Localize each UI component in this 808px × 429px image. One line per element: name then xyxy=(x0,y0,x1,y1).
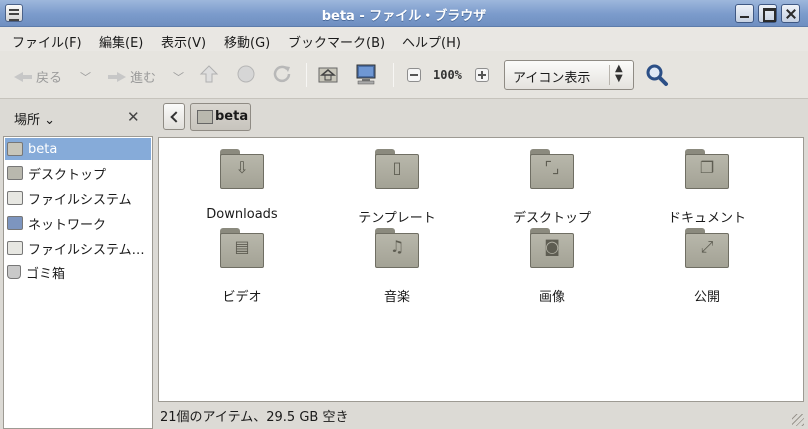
sidebar-item-filesystem-2[interactable]: ファイルシステム… xyxy=(5,237,151,259)
forward-label: 進む xyxy=(130,71,157,86)
folder-item[interactable]: ▤ ビデオ xyxy=(167,228,317,305)
select-updown-icon: ▲ ▼ xyxy=(615,63,623,84)
view-mode-select[interactable]: アイコン表示 ▲ ▼ xyxy=(504,60,634,90)
stop-icon[interactable] xyxy=(236,64,256,84)
folder-item[interactable]: ⌜⌟ デスクトップ xyxy=(477,149,627,226)
sidebar: beta デスクトップ ファイルシステム ネットワーク ファイルシステム… ゴミ… xyxy=(3,136,153,429)
sidebar-header: 場所 ⌄ ✕ xyxy=(0,100,156,134)
camera-icon: ◙ xyxy=(530,228,574,268)
search-icon[interactable] xyxy=(645,63,669,87)
network-icon xyxy=(7,216,23,230)
pathbar-current-button[interactable]: beta xyxy=(190,103,251,131)
menu-file[interactable]: ファイル(F) xyxy=(12,32,82,51)
menu-go[interactable]: 移動(G) xyxy=(224,32,270,51)
back-label: 戻る xyxy=(36,71,63,86)
desktop-icon: ⌜⌟ xyxy=(530,149,574,189)
status-text: 21個のアイテム、29.5 GB 空き xyxy=(160,410,349,425)
toolbar-separator xyxy=(393,63,394,87)
documents-icon: ❐ xyxy=(685,149,729,189)
share-icon: ⤢ xyxy=(685,228,729,268)
minimize-button[interactable] xyxy=(735,4,754,23)
template-icon: ▯ xyxy=(375,149,419,189)
sidebar-item-network[interactable]: ネットワーク xyxy=(5,212,151,234)
menu-edit[interactable]: 編集(E) xyxy=(99,32,143,51)
computer-icon[interactable] xyxy=(355,63,377,85)
back-button[interactable]: 戻る xyxy=(14,67,62,86)
forward-arrow-icon xyxy=(108,70,126,84)
home-folder-icon xyxy=(7,142,23,156)
maximize-button[interactable] xyxy=(758,4,777,23)
download-icon: ⇩ xyxy=(220,149,264,189)
toolbar-separator xyxy=(306,63,307,87)
folder-item[interactable]: ⇩ Downloads xyxy=(167,149,317,222)
window-title: beta - ファイル・ブラウザ xyxy=(321,9,487,24)
video-icon: ▤ xyxy=(220,228,264,268)
folder-item[interactable]: ◙ 画像 xyxy=(477,228,627,305)
desktop-folder-icon xyxy=(7,166,23,180)
sidebar-item-trash[interactable]: ゴミ箱 xyxy=(5,261,151,283)
back-history-chevron-icon[interactable]: ﹀ xyxy=(80,69,91,85)
file-view: ⇩ Downloads ▯ テンプレート ⌜⌟ デスクトップ ❐ ドキュメント … xyxy=(158,137,804,402)
drive-icon xyxy=(7,191,23,205)
folder-item[interactable]: ⤢ 公開 xyxy=(632,228,782,305)
menu-view[interactable]: 表示(V) xyxy=(161,32,206,51)
sidebar-item-filesystem[interactable]: ファイルシステム xyxy=(5,187,151,209)
status-bar: 21個のアイテム、29.5 GB 空き xyxy=(158,404,804,426)
select-divider xyxy=(609,65,610,85)
pathbar-scroll-left-button[interactable] xyxy=(163,103,185,130)
sidebar-item-beta[interactable]: beta xyxy=(5,138,151,160)
menu-bookmarks[interactable]: ブックマーク(B) xyxy=(288,32,385,51)
home-icon xyxy=(197,110,213,124)
home-icon[interactable] xyxy=(318,64,338,84)
places-dropdown[interactable]: 場所 ⌄ xyxy=(14,109,55,128)
resize-grip-icon[interactable] xyxy=(792,414,804,426)
title-bar: beta - ファイル・ブラウザ xyxy=(0,0,808,27)
reload-icon[interactable] xyxy=(272,64,292,84)
trash-icon xyxy=(7,265,21,279)
forward-history-chevron-icon[interactable]: ﹀ xyxy=(173,69,184,85)
back-arrow-icon xyxy=(14,70,32,84)
zoom-level: 100% xyxy=(433,68,462,82)
up-icon[interactable] xyxy=(199,64,219,84)
zoom-in-button[interactable] xyxy=(475,68,489,82)
view-mode-label: アイコン表示 xyxy=(513,71,591,86)
folder-item[interactable]: ♫ 音楽 xyxy=(322,228,472,305)
close-window-button[interactable] xyxy=(781,4,800,23)
folder-item[interactable]: ▯ テンプレート xyxy=(322,149,472,226)
folder-item[interactable]: ❐ ドキュメント xyxy=(632,149,782,226)
sidebar-item-desktop[interactable]: デスクトップ xyxy=(5,162,151,184)
music-icon: ♫ xyxy=(375,228,419,268)
drive-icon xyxy=(7,241,23,255)
close-sidebar-icon[interactable]: ✕ xyxy=(127,108,140,126)
menu-help[interactable]: ヘルプ(H) xyxy=(402,32,461,51)
menu-bar: ファイル(F) 編集(E) 表示(V) 移動(G) ブックマーク(B) ヘルプ(… xyxy=(0,27,808,51)
forward-button[interactable]: 進む xyxy=(108,67,156,86)
zoom-out-button[interactable] xyxy=(407,68,421,82)
